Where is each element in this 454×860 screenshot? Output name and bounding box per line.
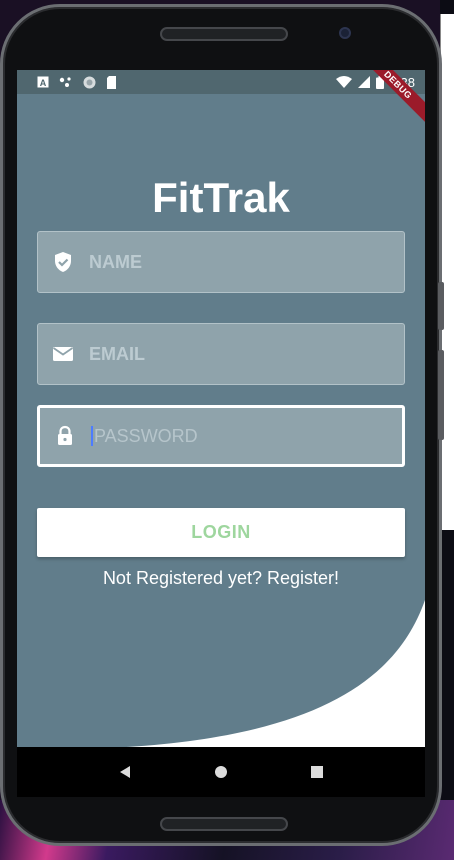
back-icon[interactable] — [113, 760, 137, 784]
login-button[interactable]: LOGIN — [37, 508, 405, 557]
sd-card-icon — [106, 75, 117, 89]
power-button[interactable] — [438, 282, 444, 330]
app-screen: A 6:38 DEBUG FitTrak — [17, 70, 425, 747]
email-field[interactable] — [37, 323, 405, 385]
status-bar: A 6:38 — [17, 70, 425, 94]
volume-button[interactable] — [438, 350, 444, 440]
name-input[interactable] — [89, 251, 369, 273]
desktop-window-edge — [440, 14, 454, 530]
name-field[interactable] — [37, 231, 405, 293]
assistant-dots-icon — [59, 76, 73, 88]
navigation-bar — [17, 747, 425, 797]
shield-check-icon — [51, 250, 75, 274]
text-cursor — [91, 426, 93, 446]
app-title: FitTrak — [152, 174, 290, 221]
recents-icon[interactable] — [305, 760, 329, 784]
front-camera — [339, 27, 351, 39]
a-box-icon: A — [37, 76, 49, 88]
register-link[interactable]: Not Registered yet? Register! — [17, 568, 425, 589]
home-icon[interactable] — [209, 760, 233, 784]
lock-icon — [53, 424, 77, 448]
earpiece-speaker — [160, 27, 288, 41]
svg-text:A: A — [40, 78, 47, 88]
password-field[interactable] — [37, 405, 405, 467]
bottom-speaker — [160, 817, 288, 831]
email-input[interactable] — [89, 343, 369, 365]
wifi-icon — [335, 76, 352, 88]
circle-icon — [83, 76, 96, 89]
password-input[interactable] — [94, 425, 374, 447]
mail-icon — [51, 342, 75, 366]
signal-icon — [357, 76, 370, 88]
